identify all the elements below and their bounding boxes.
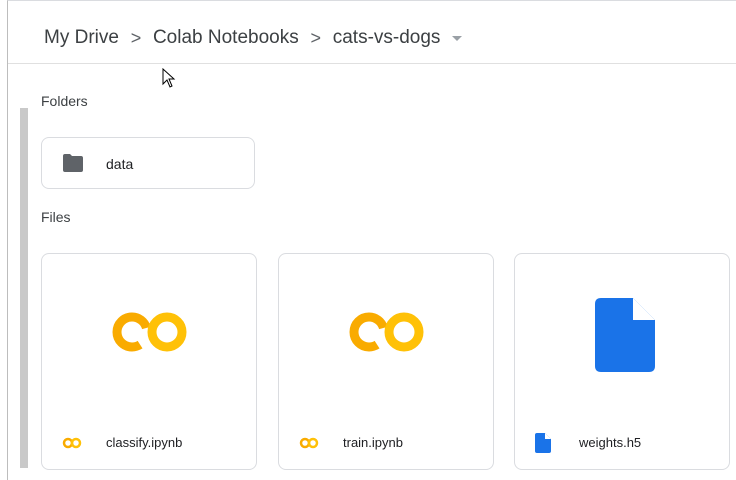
file-icon [535, 433, 551, 453]
file-card-weights[interactable]: weights.h5 [514, 253, 730, 470]
colab-icon [299, 437, 319, 449]
file-card-classify[interactable]: classify.ipynb [41, 253, 257, 470]
file-name: classify.ipynb [106, 435, 183, 450]
breadcrumb-colab-notebooks[interactable]: Colab Notebooks [151, 27, 301, 49]
folder-name: data [106, 156, 134, 172]
file-name: weights.h5 [579, 435, 642, 450]
file-thumbnail [42, 254, 256, 419]
breadcrumb-my-drive[interactable]: My Drive [42, 27, 121, 49]
folder-menu-dropdown-icon[interactable] [452, 35, 463, 41]
file-thumbnail [279, 254, 493, 419]
scrollbar[interactable] [20, 108, 28, 468]
breadcrumb: My Drive > Colab Notebooks > cats-vs-dog… [42, 24, 463, 52]
file-footer: train.ipynb [279, 419, 493, 471]
folders-section-label: Folders [41, 93, 88, 109]
files-section-label: Files [41, 209, 71, 225]
folder-item-data[interactable]: data [41, 137, 255, 189]
breadcrumb-separator: > [310, 27, 321, 48]
colab-icon [349, 312, 424, 352]
header-bar: My Drive > Colab Notebooks > cats-vs-dog… [8, 0, 736, 64]
breadcrumb-separator: > [130, 27, 142, 48]
colab-icon [112, 312, 187, 352]
file-thumbnail [515, 254, 729, 419]
colab-icon [62, 437, 82, 449]
file-name: train.ipynb [343, 435, 403, 450]
file-card-train[interactable]: train.ipynb [278, 253, 494, 470]
file-footer: weights.h5 [515, 419, 729, 471]
folder-icon [63, 154, 83, 172]
mouse-pointer-icon [162, 68, 176, 88]
file-footer: classify.ipynb [42, 419, 256, 471]
file-icon [595, 298, 655, 372]
breadcrumb-current-folder[interactable]: cats-vs-dogs [331, 27, 443, 49]
